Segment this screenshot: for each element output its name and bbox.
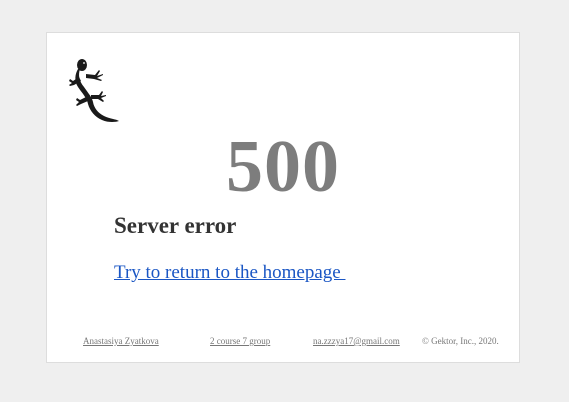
homepage-link[interactable]: Try to return to the homepage: [114, 261, 345, 285]
author-link[interactable]: Anastasiya Zyatkova: [83, 334, 159, 348]
group-link[interactable]: 2 course 7 group: [210, 334, 270, 348]
error-title: Server error: [114, 213, 237, 238]
email-link[interactable]: na.zzzya17@gmail.com: [313, 334, 400, 348]
copyright-text: © Gektor, Inc., 2020.: [422, 336, 499, 346]
lizard-logo-icon: [69, 57, 123, 129]
error-card: 500 Server error Try to return to the ho…: [46, 32, 520, 363]
footer: Anastasiya Zyatkova 2 course 7 group na.…: [47, 334, 519, 348]
error-code: 500: [226, 126, 340, 208]
